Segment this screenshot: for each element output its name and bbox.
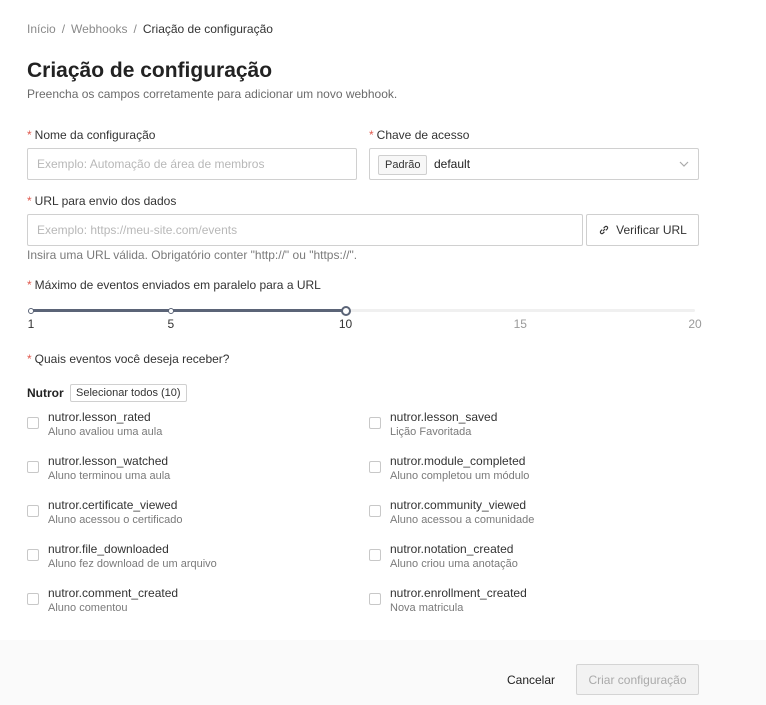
event-option[interactable]: nutror.enrollment_created Nova matricula	[369, 586, 689, 618]
default-tag: Padrão	[378, 155, 428, 175]
event-name: nutror.module_completed	[390, 454, 526, 468]
url-label-text: URL para envio dos dados	[34, 194, 177, 208]
parallel-label-text: Máximo de eventos enviados em paralelo p…	[34, 278, 321, 292]
event-option[interactable]: nutror.module_completed Aluno completou u…	[369, 454, 689, 486]
cancel-button[interactable]: Cancelar	[496, 664, 566, 696]
required-mark: *	[27, 128, 32, 142]
event-group-title: Nutror	[27, 386, 64, 400]
chevron-down-icon	[679, 161, 689, 167]
event-name: nutror.lesson_watched	[48, 454, 169, 468]
event-option[interactable]: nutror.community_viewed Aluno acessou a c…	[369, 498, 689, 530]
event-description: Aluno avaliou uma aula	[48, 426, 163, 438]
slider-dot	[167, 308, 174, 314]
event-option[interactable]: nutror.lesson_rated Aluno avaliou uma aul…	[27, 410, 347, 442]
event-description: Aluno fez download de um arquivo	[48, 558, 217, 570]
access-key-value: default	[434, 157, 471, 171]
event-checkbox[interactable]	[27, 549, 39, 561]
breadcrumb: Início / Webhooks / Criação de configuração	[27, 22, 273, 36]
url-input[interactable]	[27, 214, 583, 246]
breadcrumb-separator: /	[133, 22, 137, 36]
required-mark: *	[27, 278, 32, 292]
events-label: * Quais eventos você deseja receber?	[27, 352, 229, 366]
name-label: * Nome da configuração	[27, 128, 155, 142]
select-all-button[interactable]: Selecionar todos (10)	[70, 384, 187, 402]
access-key-select[interactable]: Padrão default	[369, 148, 699, 180]
event-description: Aluno comentou	[48, 602, 128, 614]
event-description: Aluno completou um módulo	[390, 470, 530, 482]
url-helper-text: Insira uma URL válida. Obrigatório conte…	[27, 248, 358, 262]
event-description: Aluno criou uma anotação	[390, 558, 518, 570]
event-checkbox[interactable]	[369, 417, 381, 429]
event-name: nutror.lesson_rated	[48, 410, 151, 424]
required-mark: *	[369, 128, 374, 142]
verify-url-button[interactable]: Verificar URL	[586, 214, 699, 246]
event-checkbox[interactable]	[27, 505, 39, 517]
event-option[interactable]: nutror.certificate_viewed Aluno acessou o…	[27, 498, 347, 530]
event-description: Aluno terminou uma aula	[48, 470, 171, 482]
slider-mark[interactable]: 5	[167, 317, 174, 331]
event-description: Aluno acessou o certificado	[48, 514, 183, 526]
slider-mark[interactable]: 10	[339, 317, 352, 331]
breadcrumb-webhooks[interactable]: Webhooks	[71, 22, 127, 36]
events-label-text: Quais eventos você deseja receber?	[34, 352, 230, 366]
slider-track	[31, 309, 346, 312]
slider-mark[interactable]: 15	[514, 317, 527, 331]
create-config-button[interactable]: Criar configuração	[576, 664, 699, 695]
slider-mark[interactable]: 20	[688, 317, 701, 331]
slider-mark[interactable]: 1	[28, 317, 35, 331]
access-key-label-text: Chave de acesso	[376, 128, 470, 142]
access-key-label: * Chave de acesso	[369, 128, 469, 142]
page-title: Criação de configuração	[27, 59, 273, 82]
event-name: nutror.lesson_saved	[390, 410, 498, 424]
event-name: nutror.notation_created	[390, 542, 514, 556]
event-option[interactable]: nutror.lesson_saved Lição Favoritada	[369, 410, 689, 442]
event-name: nutror.certificate_viewed	[48, 498, 178, 512]
event-name: nutror.community_viewed	[390, 498, 527, 512]
required-mark: *	[27, 352, 32, 366]
event-description: Nova matricula	[390, 602, 464, 614]
event-checkbox[interactable]	[369, 593, 381, 605]
event-description: Aluno acessou a comunidade	[390, 514, 535, 526]
event-option[interactable]: nutror.lesson_watched Aluno terminou uma …	[27, 454, 347, 486]
event-option[interactable]: nutror.notation_created Aluno criou uma a…	[369, 542, 689, 574]
verify-url-label: Verificar URL	[616, 223, 687, 237]
breadcrumb-separator: /	[61, 22, 66, 36]
link-icon	[599, 225, 609, 235]
event-checkbox[interactable]	[27, 461, 39, 473]
event-option[interactable]: nutror.file_downloaded Aluno fez download…	[27, 542, 347, 574]
url-label: * URL para envio dos dados	[27, 194, 176, 208]
slider-handle[interactable]	[340, 306, 351, 316]
webhook-config-page: Início / Webhooks / Criação de configuração …	[0, 0, 766, 705]
event-description: Lição Favoritada	[390, 426, 472, 438]
event-checkbox[interactable]	[27, 593, 39, 605]
event-checkbox[interactable]	[369, 461, 381, 473]
event-checkbox[interactable]	[369, 549, 381, 561]
slider-dot	[28, 308, 34, 314]
breadcrumb-current: Criação de configuração	[142, 22, 273, 36]
parallel-slider[interactable]: 1 5 10 15 20	[28, 305, 702, 331]
config-name-input[interactable]	[27, 148, 357, 180]
event-checkbox[interactable]	[27, 417, 39, 429]
page-subtitle: Preencha os campos corretamente para adi…	[27, 87, 398, 101]
parallel-label: * Máximo de eventos enviados em paralelo …	[27, 278, 321, 292]
event-name: nutror.file_downloaded	[48, 542, 169, 556]
event-name: nutror.comment_created	[48, 586, 179, 600]
event-checkbox[interactable]	[369, 505, 381, 517]
breadcrumb-home[interactable]: Início	[27, 22, 56, 36]
event-option[interactable]: nutror.comment_created Aluno comentou	[27, 586, 347, 618]
required-mark: *	[27, 194, 32, 208]
name-label-text: Nome da configuração	[34, 128, 156, 142]
event-name: nutror.enrollment_created	[390, 586, 527, 600]
